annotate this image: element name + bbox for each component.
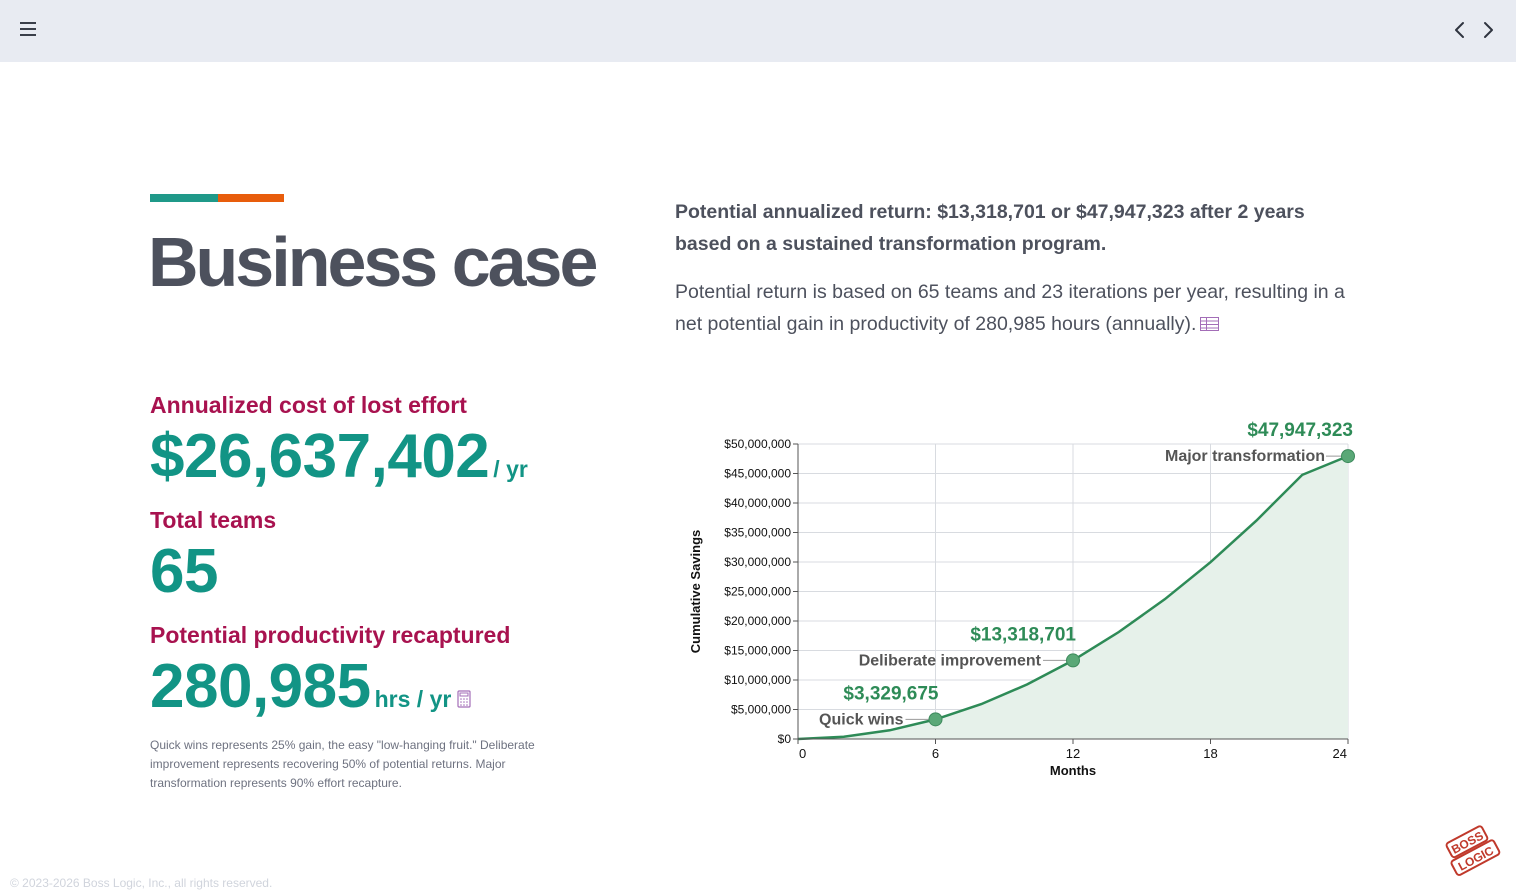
- milestone-name-label: Deliberate improvement: [859, 652, 1042, 669]
- y-tick-label: $45,000,000: [724, 467, 791, 481]
- milestone-point: [1341, 449, 1355, 464]
- savings-chart: $0 $5,000,000 $10,000,000 $15,000,000 $20,00…: [680, 410, 1380, 790]
- table-icon[interactable]: [1200, 309, 1220, 331]
- metric-label-teams: Total teams: [150, 507, 277, 533]
- milestone-name-label: Major transformation: [1165, 448, 1325, 465]
- summary-detail: Potential return is based on 65 teams an…: [675, 276, 1365, 340]
- calculator-icon[interactable]: [457, 652, 471, 708]
- metric-number-teams: 65: [150, 537, 218, 606]
- milestone-point: [1066, 653, 1080, 668]
- y-tick-label: $15,000,000: [724, 644, 791, 658]
- metric-number-productivity: 280,985: [150, 652, 371, 721]
- y-tick-label: $30,000,000: [724, 555, 791, 569]
- y-axis-label: Cumulative Savings: [688, 530, 703, 654]
- x-tick-label: 12: [1066, 746, 1080, 761]
- x-tick-label: 24: [1333, 746, 1347, 761]
- metric-value-productivity: 280,985 hrs / yr: [150, 651, 471, 722]
- milestone-value-label: $13,318,701: [970, 624, 1076, 645]
- boss-logic-logo[interactable]: BOSS LOGIC: [1442, 822, 1504, 880]
- y-tick-label: $5,000,000: [731, 703, 791, 717]
- summary-detail-text: Potential return is based on 65 teams an…: [675, 281, 1345, 335]
- y-tick-label: $0: [778, 732, 792, 746]
- y-axis-ticks: $0 $5,000,000 $10,000,000 $15,000,000 $20,00…: [724, 437, 798, 746]
- metric-value-cost: $26,637,402/ yr: [150, 421, 528, 492]
- x-tick-label: 18: [1203, 746, 1217, 761]
- hamburger-menu-icon[interactable]: [20, 22, 38, 38]
- x-tick-label: 6: [932, 746, 939, 761]
- milestone-point: [928, 712, 943, 727]
- summary-headline: Potential annualized return: $13,318,701…: [675, 201, 1305, 255]
- savings-chart-svg: $0 $5,000,000 $10,000,000 $15,000,000 $20,00…: [688, 420, 1355, 778]
- x-axis-ticks: 0 6 12 18 24: [797, 739, 1349, 761]
- copyright-text: © 2023-2026 Boss Logic, Inc., all rights…: [10, 876, 273, 890]
- x-axis-label: Months: [1050, 763, 1096, 778]
- metric-number-cost: $26,637,402: [150, 422, 490, 491]
- y-tick-label: $40,000,000: [724, 496, 791, 510]
- x-tick-label: 0: [799, 746, 806, 761]
- metric-unit-cost: / yr: [493, 456, 528, 482]
- footnote: Quick wins represents 25% gain, the easy…: [150, 738, 535, 790]
- accent-teal: [150, 194, 218, 202]
- y-tick-label: $10,000,000: [724, 673, 791, 687]
- metric-unit-productivity: hrs / yr: [374, 686, 452, 712]
- y-tick-label: $35,000,000: [724, 526, 791, 540]
- accent-orange: [218, 194, 284, 202]
- milestone-value-label: $47,947,323: [1247, 420, 1353, 441]
- page-title: Business case: [148, 223, 598, 301]
- metric-label-productivity: Potential productivity recaptured: [150, 622, 511, 648]
- chevron-left-icon[interactable]: [1450, 18, 1470, 42]
- y-tick-label: $20,000,000: [724, 614, 791, 628]
- y-tick-label: $50,000,000: [724, 437, 791, 451]
- metric-value-teams: 65: [150, 536, 218, 607]
- y-tick-label: $25,000,000: [724, 585, 791, 599]
- milestone-value-label: $3,329,675: [843, 683, 939, 704]
- top-bar: [0, 0, 1516, 62]
- milestone-name-label: Quick wins: [819, 711, 904, 728]
- chevron-right-icon[interactable]: [1478, 18, 1498, 42]
- metric-label-cost: Annualized cost of lost effort: [150, 392, 467, 418]
